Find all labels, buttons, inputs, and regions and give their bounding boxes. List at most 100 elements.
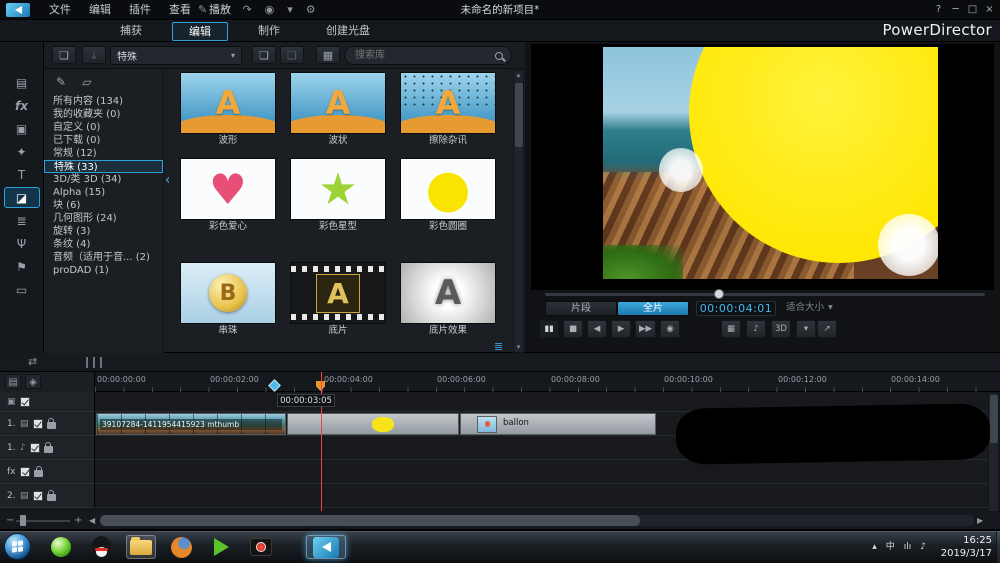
pip-objects-room-icon[interactable]: ▣ xyxy=(4,118,40,139)
view-mode-icon[interactable]: ▦ xyxy=(316,46,340,64)
scroll-right-icon[interactable]: ▶ xyxy=(977,514,983,527)
rooms-dropdown-icon[interactable]: ▾ xyxy=(287,0,293,20)
track-lock-icon[interactable] xyxy=(34,470,43,477)
menu-file[interactable]: 文件 xyxy=(40,0,80,20)
category-audio[interactable]: 音频（适用于音... (2) xyxy=(44,251,163,264)
category-all[interactable]: 所有内容 (134) xyxy=(44,95,163,108)
category-block[interactable]: 块 (6) xyxy=(44,199,163,212)
category-filter-dropdown[interactable]: 特殊 ▾ xyxy=(110,46,242,65)
chapter-room-icon[interactable]: ⚑ xyxy=(4,256,40,277)
taskbar-powerdirector-icon[interactable] xyxy=(306,535,346,559)
ruler-scale[interactable]: 00:00:00:00 00:00:02:00 00:00:04:00 00:0… xyxy=(95,372,988,392)
panel-splitter-handle[interactable] xyxy=(86,357,102,368)
search-icon[interactable] xyxy=(495,52,503,60)
scroll-left-icon[interactable]: ◀ xyxy=(89,514,95,527)
import-media-icon[interactable]: ❏ xyxy=(52,46,76,64)
clip-mode-button[interactable]: 片段 xyxy=(545,301,617,316)
seekbar-handle[interactable] xyxy=(714,289,724,299)
taskbar-explorer-icon[interactable] xyxy=(126,535,156,559)
timeline-ruler[interactable]: ▤ ◈ 00:00:00:00 00:00:02:00 00:00:04:00 … xyxy=(0,372,1000,392)
draw-tool-icon[interactable]: ✎ xyxy=(198,0,207,20)
category-rotate[interactable]: 旋转 (3) xyxy=(44,225,163,238)
zoom-slider-handle[interactable] xyxy=(20,515,26,526)
track-header-video-2[interactable]: 2. ▤ xyxy=(0,484,95,508)
transition-room-icon[interactable]: ◪ xyxy=(4,187,40,208)
title-room-icon[interactable]: T xyxy=(4,164,40,185)
track-header-select[interactable]: ▣ xyxy=(0,392,95,412)
voice-over-room-icon[interactable]: Ψ xyxy=(4,233,40,254)
detach-preview-icon[interactable]: ↗ xyxy=(817,320,837,338)
track-enable-checkbox[interactable] xyxy=(20,467,30,477)
media-room-icon[interactable]: ▤ xyxy=(4,72,40,93)
track-header-video-1[interactable]: 1. ▤ xyxy=(0,412,95,436)
transition-item[interactable]: A 底片 xyxy=(290,262,386,337)
search-input[interactable] xyxy=(353,49,495,62)
tag-icon[interactable]: ✎ xyxy=(56,75,66,89)
track-swap-icon[interactable]: ⇄ xyxy=(28,355,37,368)
effect-room-icon[interactable]: fx xyxy=(4,95,40,116)
transition-item[interactable]: A 波状 xyxy=(290,72,386,147)
play-button[interactable]: ▶ xyxy=(611,320,631,338)
tray-ime-icon[interactable]: 中 xyxy=(886,539,895,555)
playhead-line[interactable] xyxy=(321,372,322,511)
category-geometry[interactable]: 几何图形 (24) xyxy=(44,212,163,225)
track-manager-icon[interactable]: ▤ xyxy=(5,374,21,389)
track-enable-checkbox[interactable] xyxy=(20,397,30,407)
snapshot-button[interactable]: ◉ xyxy=(660,320,680,338)
timeline-clip-transition[interactable] xyxy=(287,413,459,435)
tray-volume-icon[interactable]: ♪ xyxy=(920,539,926,555)
zoom-in-icon[interactable]: + xyxy=(74,514,82,527)
scrollbar-thumb[interactable] xyxy=(100,515,640,526)
undo-icon[interactable]: ↶ xyxy=(220,0,229,20)
library-more-icon[interactable]: ≣ xyxy=(494,340,503,353)
category-prodad[interactable]: proDAD (1) xyxy=(44,264,163,277)
tracks-scrollbar[interactable] xyxy=(988,392,999,512)
track-enable-checkbox[interactable] xyxy=(33,491,43,501)
menu-edit[interactable]: 编辑 xyxy=(80,0,120,20)
preview-seekbar[interactable] xyxy=(545,293,985,296)
track-lock-icon[interactable] xyxy=(47,422,56,429)
fit-size-dropdown[interactable]: 适合大小 ▾ xyxy=(786,300,833,316)
new-folder-icon[interactable]: ❏ xyxy=(252,46,276,64)
transition-item[interactable]: A 底片效果 xyxy=(400,262,496,337)
category-general[interactable]: 常规 (12) xyxy=(44,147,163,160)
category-custom[interactable]: 自定义 (0) xyxy=(44,121,163,134)
transition-item[interactable]: B 串珠 xyxy=(180,262,276,337)
capture-icon[interactable]: ◉ xyxy=(265,0,275,20)
taskbar-browser-icon[interactable] xyxy=(46,535,76,559)
transition-item[interactable]: A 波形 xyxy=(180,72,276,147)
close-button[interactable]: × xyxy=(981,0,998,20)
taskbar-clock[interactable]: 16:25 2019/3/17 xyxy=(930,534,992,560)
category-stripes[interactable]: 条纹 (4) xyxy=(44,238,163,251)
track-lock-icon[interactable] xyxy=(47,494,56,501)
show-desktop-button[interactable] xyxy=(996,531,1000,563)
movie-mode-button[interactable]: 全片 xyxy=(617,301,689,316)
category-alpha[interactable]: Alpha (15) xyxy=(44,186,163,199)
tab-produce[interactable]: 制作 xyxy=(242,22,296,41)
zoom-out-icon[interactable]: − xyxy=(6,514,14,527)
taskbar-recorder-icon[interactable] xyxy=(246,535,276,559)
volume-icon[interactable]: ♪ xyxy=(746,320,766,338)
category-special[interactable]: 特殊 (33) xyxy=(44,160,163,173)
taskbar-player-icon[interactable] xyxy=(206,535,236,559)
menu-view[interactable]: 查看 xyxy=(160,0,200,20)
tab-capture[interactable]: 捕获 xyxy=(104,22,158,41)
track-lane-video-2[interactable] xyxy=(95,484,988,508)
tab-create-disc[interactable]: 创建光盘 xyxy=(310,22,386,41)
stop-button[interactable]: ■ xyxy=(563,320,583,338)
taskbar-firefox-icon[interactable] xyxy=(166,535,196,559)
maximize-button[interactable]: □ xyxy=(964,0,981,20)
track-header-audio-1[interactable]: 1. ♪ xyxy=(0,436,95,460)
minimize-button[interactable]: ─ xyxy=(947,0,964,20)
redo-icon[interactable]: ↷ xyxy=(242,0,251,20)
timeline-clip-photo[interactable]: 39107284-1411954415923 mthumb xyxy=(96,413,286,435)
category-3d[interactable]: 3D/类 3D (34) xyxy=(44,173,163,186)
download-icon[interactable]: ↓ xyxy=(82,46,106,64)
category-downloaded[interactable]: 已下载 (0) xyxy=(44,134,163,147)
menu-plugins[interactable]: 插件 xyxy=(120,0,160,20)
pause-button[interactable]: ▮▮ xyxy=(539,320,559,338)
previous-frame-button[interactable]: ◀ xyxy=(587,320,607,338)
start-button[interactable] xyxy=(4,533,31,560)
category-favorites[interactable]: 我的收藏夹 (0) xyxy=(44,108,163,121)
eraser-icon[interactable]: ▱ xyxy=(82,75,91,89)
